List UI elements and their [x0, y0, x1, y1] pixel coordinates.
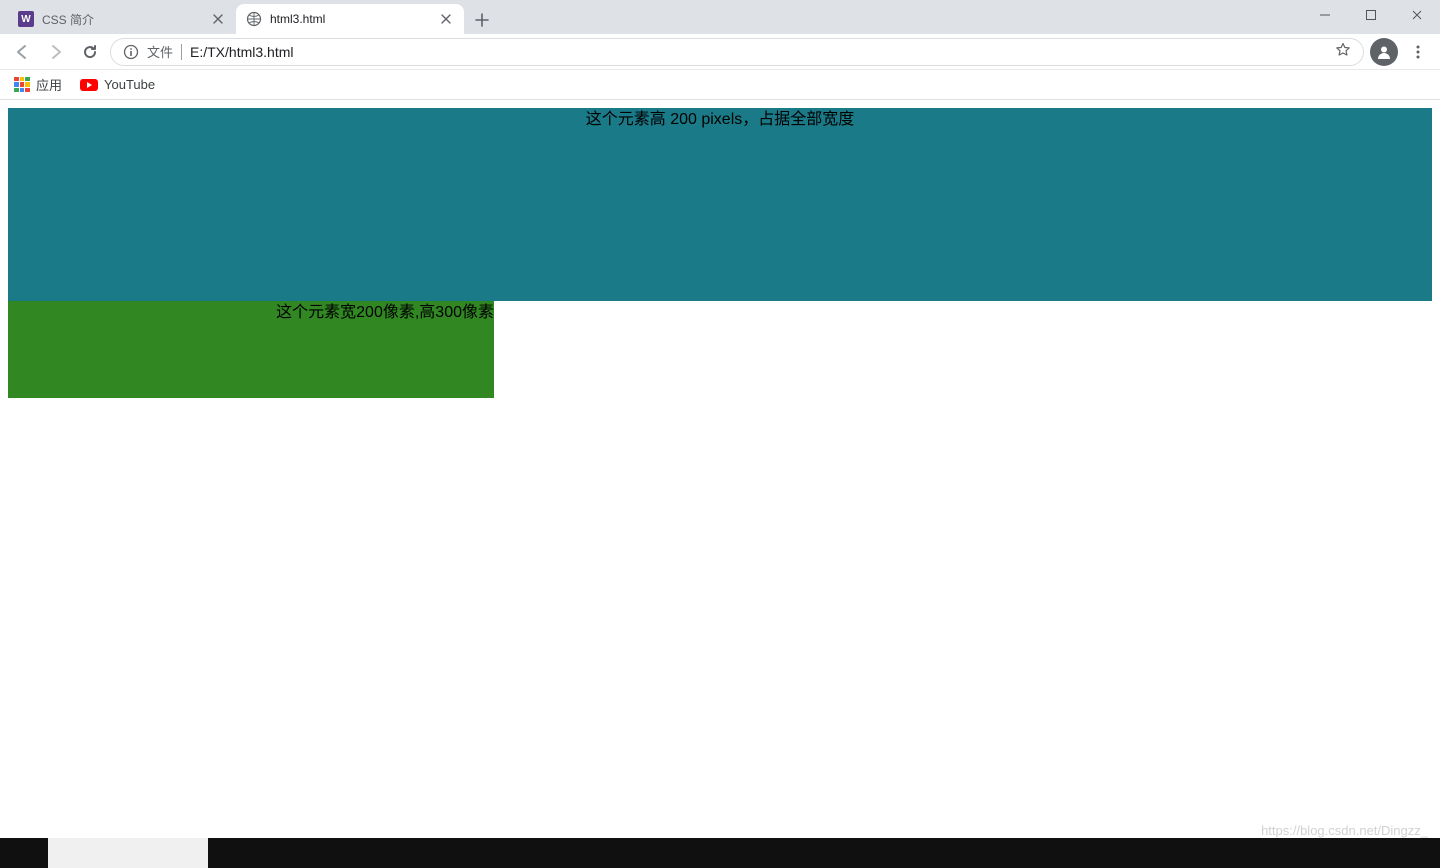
teal-full-width-box: 这个元素高 200 pixels，占据全部宽度: [8, 108, 1432, 301]
reload-button[interactable]: [76, 38, 104, 66]
taskbar-active-app[interactable]: [48, 838, 208, 868]
green-fixed-box: 这个元素宽200像素,高300像素: [8, 301, 494, 398]
close-window-button[interactable]: [1394, 0, 1440, 30]
tab-strip: W CSS 简介 html3.html: [0, 0, 1440, 34]
tab-html3[interactable]: html3.html: [236, 4, 464, 34]
minimize-button[interactable]: [1302, 0, 1348, 30]
info-icon[interactable]: [123, 44, 139, 60]
new-tab-button[interactable]: [468, 6, 496, 34]
apps-label: 应用: [36, 75, 62, 94]
w3c-favicon-icon: W: [18, 11, 34, 27]
omnibox-divider: [181, 44, 182, 60]
url-text: E:/TX/html3.html: [190, 44, 1327, 60]
profile-button[interactable]: [1370, 38, 1398, 66]
apps-grid-icon: [14, 77, 30, 93]
bookmarks-bar: 应用 YouTube: [0, 70, 1440, 100]
globe-favicon-icon: [246, 11, 262, 27]
bookmark-label: YouTube: [104, 77, 155, 92]
apps-shortcut[interactable]: 应用: [8, 71, 68, 98]
bookmark-youtube[interactable]: YouTube: [74, 73, 161, 96]
back-button[interactable]: [8, 38, 36, 66]
forward-button[interactable]: [42, 38, 70, 66]
browser-toolbar: 文件 E:/TX/html3.html: [0, 34, 1440, 70]
maximize-button[interactable]: [1348, 0, 1394, 30]
youtube-icon: [80, 79, 98, 91]
tab-title: CSS 简介: [42, 11, 202, 28]
close-icon[interactable]: [438, 11, 454, 27]
close-icon[interactable]: [210, 11, 226, 27]
tab-title: html3.html: [270, 12, 430, 26]
page-viewport: 这个元素高 200 pixels，占据全部宽度 这个元素宽200像素,高300像…: [0, 100, 1440, 838]
windows-taskbar[interactable]: [0, 838, 1440, 868]
bookmark-star-icon[interactable]: [1335, 42, 1351, 61]
kebab-menu-icon[interactable]: [1404, 38, 1432, 66]
file-scheme-label: 文件: [147, 42, 173, 61]
tab-css-intro[interactable]: W CSS 简介: [8, 4, 236, 34]
window-controls: [1302, 0, 1440, 34]
address-bar[interactable]: 文件 E:/TX/html3.html: [110, 38, 1364, 66]
